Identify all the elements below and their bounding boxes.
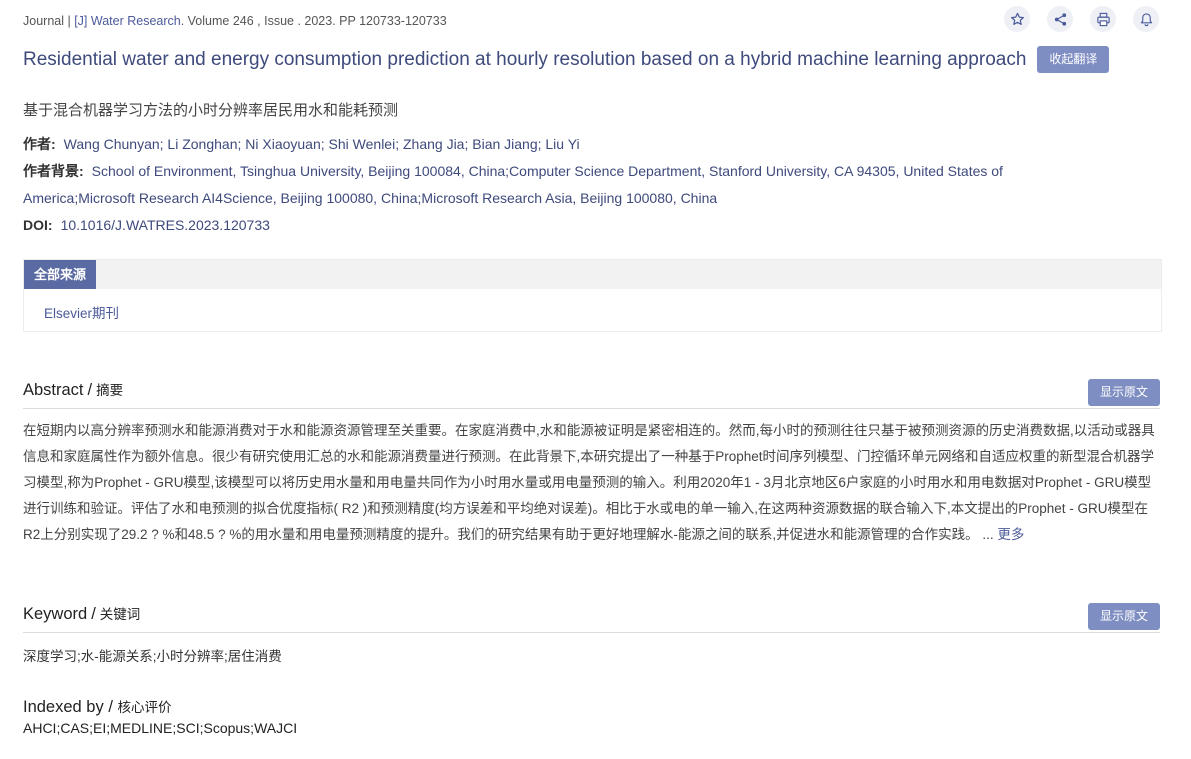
- abstract-title-en: Abstract: [23, 381, 84, 399]
- indexed-title-cn: 核心评价: [117, 700, 172, 715]
- title-row: Residential water and energy consumption…: [23, 46, 1110, 73]
- sources-tab-bar: 全部来源: [24, 260, 1161, 289]
- translated-title: 基于混合机器学习方法的小时分辨率居民用水和能耗预测: [23, 102, 399, 119]
- journal-volume-info: . Volume 246 , Issue . 2023. PP 120733-1…: [180, 14, 447, 28]
- journal-citation: Journal | [J] Water Research. Volume 246…: [23, 14, 447, 28]
- abstract-body: 在短期内以高分辨率预测水和能源消费对于水和能源资源管理至关重要。在家庭消费中,水…: [23, 418, 1160, 548]
- collapse-translation-button[interactable]: 收起翻译: [1037, 46, 1110, 73]
- indexed-title-en: Indexed by: [23, 698, 104, 716]
- author-background-label: 作者背景:: [23, 163, 84, 179]
- indexed-title: Indexed by / 核心评价: [23, 696, 172, 717]
- share-icon[interactable]: [1047, 6, 1073, 32]
- keyword-title-en: Keyword: [23, 605, 88, 623]
- journal-name-link[interactable]: [J] Water Research: [74, 14, 181, 28]
- doi-row: DOI: 10.1016/J.WATRES.2023.120733: [23, 212, 270, 239]
- keyword-title-slash: /: [91, 605, 96, 623]
- indexed-list: AHCI;CAS;EI;MEDLINE;SCI;Scopus;WAJCI: [23, 720, 298, 736]
- abstract-title-slash: /: [87, 381, 93, 399]
- action-toolbar: [1004, 6, 1159, 32]
- source-link[interactable]: Elsevier期刊: [44, 302, 119, 322]
- author-background-value: School of Environment, Tsinghua Universi…: [23, 163, 1003, 206]
- indexed-title-slash: /: [108, 698, 113, 716]
- keyword-header: Keyword / 关键词 显示原文: [23, 602, 1160, 633]
- tab-all-sources[interactable]: 全部来源: [24, 260, 97, 289]
- page-title: Residential water and energy consumption…: [23, 48, 1027, 70]
- doi-label: DOI:: [23, 217, 53, 233]
- abstract-text: 在短期内以高分辨率预测水和能源消费对于水和能源资源管理至关重要。在家庭消费中,水…: [23, 423, 1155, 542]
- journal-prefix: Journal |: [23, 14, 75, 28]
- doi-value[interactable]: 10.1016/J.WATRES.2023.120733: [61, 217, 270, 233]
- abstract-title-cn: 摘要: [96, 383, 124, 398]
- abstract-header: Abstract / 摘要 显示原文: [23, 378, 1160, 409]
- abstract-show-original-button[interactable]: 显示原文: [1087, 379, 1160, 406]
- print-icon[interactable]: [1090, 6, 1116, 32]
- authors-row: 作者: Wang Chunyan; Li Zonghan; Ni Xiaoyuan…: [23, 131, 580, 158]
- star-icon[interactable]: [1004, 6, 1030, 32]
- authors-value[interactable]: Wang Chunyan; Li Zonghan; Ni Xiaoyuan; S…: [64, 136, 580, 152]
- abstract-more-link[interactable]: 更多: [997, 527, 1024, 542]
- sources-panel: 全部来源 Elsevier期刊: [23, 259, 1162, 332]
- abstract-title: Abstract / 摘要: [23, 379, 123, 400]
- bell-icon[interactable]: [1133, 6, 1159, 32]
- authors-label: 作者:: [23, 136, 56, 152]
- keyword-show-original-button[interactable]: 显示原文: [1087, 603, 1160, 630]
- keyword-title-cn: 关键词: [99, 607, 141, 622]
- keyword-title: Keyword / 关键词: [23, 603, 140, 624]
- abstract-ellipsis: ...: [978, 527, 998, 542]
- author-background-row: 作者背景: School of Environment, Tsinghua Uni…: [23, 158, 1093, 212]
- keywords-text: 深度学习;水-能源关系;小时分辨率;居住消费: [23, 649, 282, 664]
